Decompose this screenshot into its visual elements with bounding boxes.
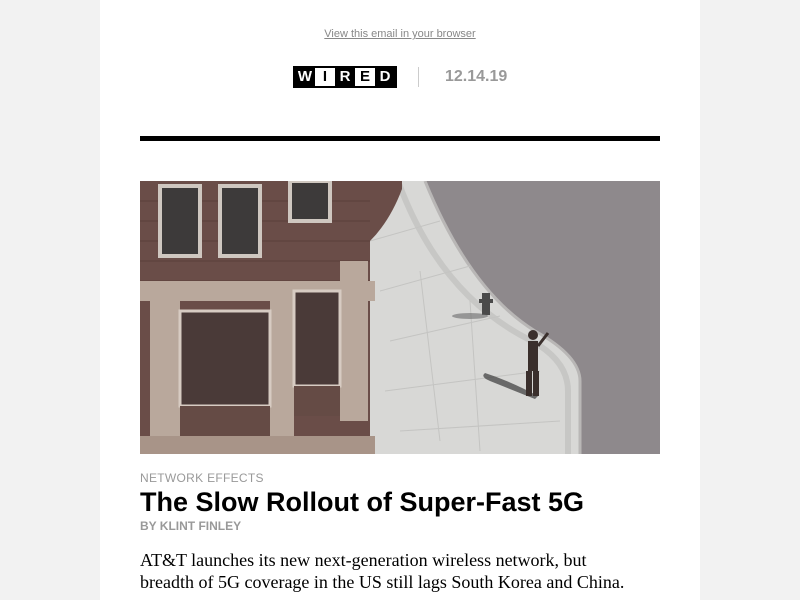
- issue-date: 12.14.19: [445, 68, 508, 85]
- article-headline[interactable]: The Slow Rollout of Super-Fast 5G: [140, 486, 660, 518]
- logo-letter: R: [335, 68, 355, 86]
- street-corner-illustration: [140, 181, 660, 454]
- masthead-divider: [418, 67, 419, 87]
- article-kicker: NETWORK EFFECTS: [140, 471, 264, 485]
- view-in-browser-link[interactable]: View this email in your browser: [100, 28, 700, 40]
- wired-logo[interactable]: W I R E D: [293, 66, 397, 88]
- article-byline: BY KLINT FINLEY: [140, 519, 242, 533]
- hero-image[interactable]: [140, 181, 660, 454]
- email-container: View this email in your browser W I R E …: [100, 0, 700, 600]
- header-rule: [140, 136, 660, 141]
- logo-letter: E: [355, 68, 375, 86]
- article-dek: AT&T launches its new next-generation wi…: [140, 550, 625, 592]
- logo-letter: W: [295, 68, 315, 86]
- logo-letter: I: [315, 68, 335, 86]
- masthead: W I R E D 12.14.19: [100, 64, 700, 90]
- logo-letter: D: [375, 68, 395, 86]
